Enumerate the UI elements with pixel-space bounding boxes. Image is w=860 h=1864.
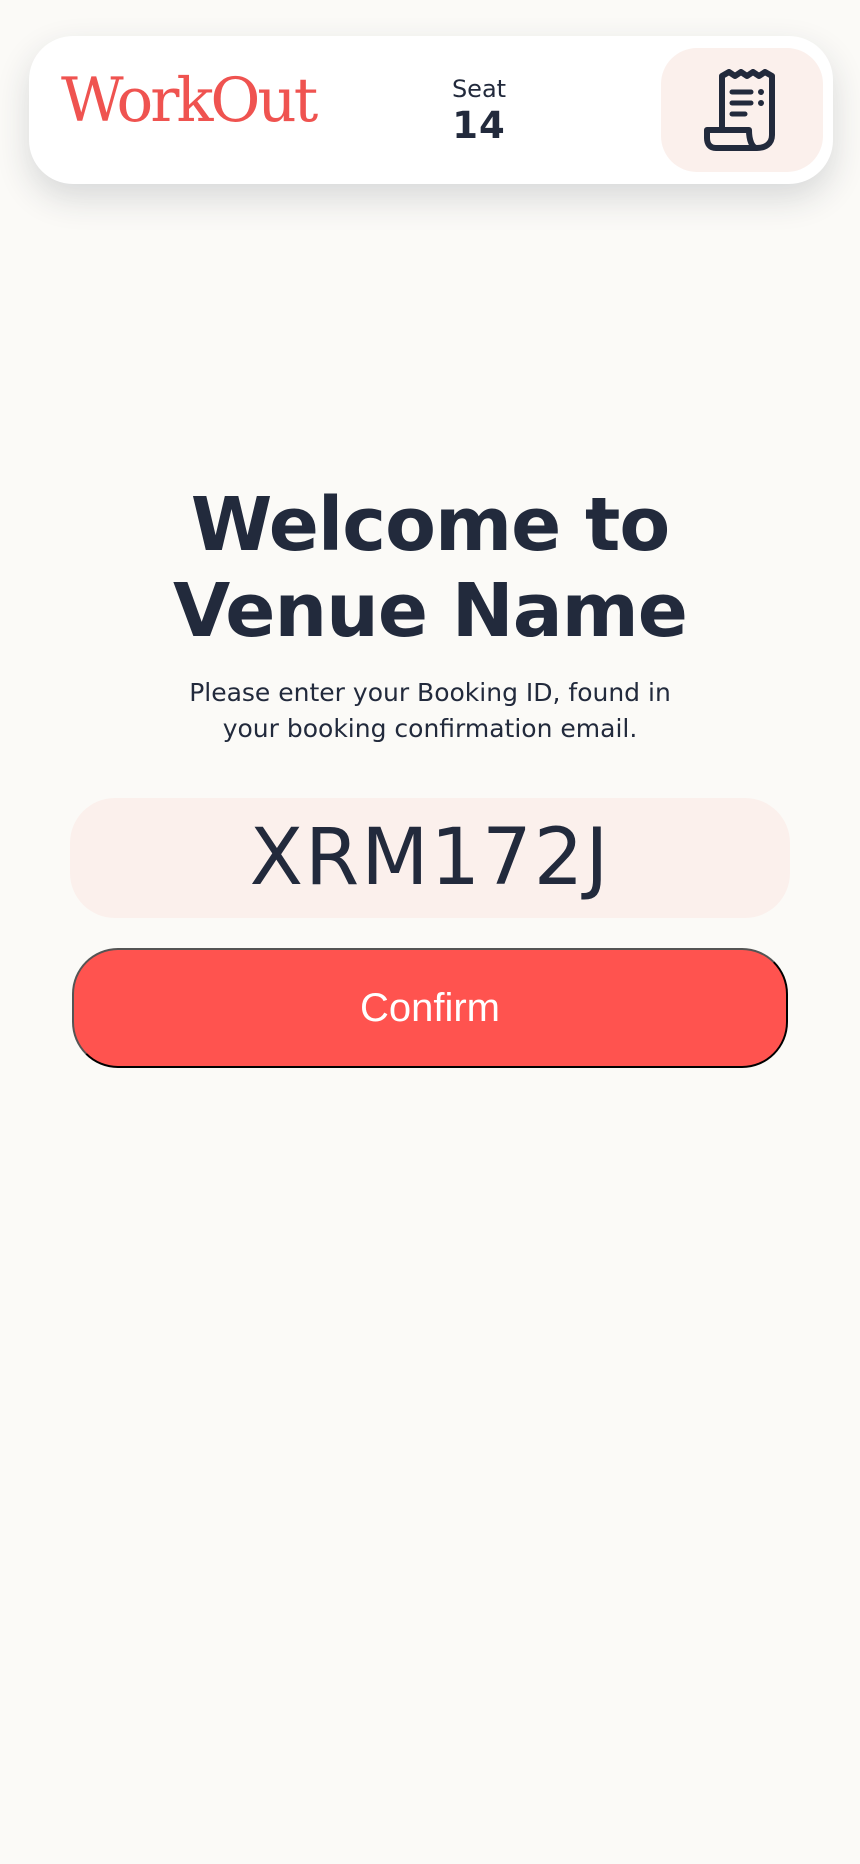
seat-label: Seat [451,75,507,103]
booking-id-input[interactable] [70,798,790,918]
booking-instructions: Please enter your Booking ID, found in y… [150,675,710,747]
instructions-line-1: Please enter your Booking ID, found in [189,678,671,707]
welcome-title-line-2: Venue Name [173,567,688,654]
workout-logo: WorkOut [61,65,318,136]
top-header: WorkOut Seat 14 [29,36,833,184]
seat-number: 14 [452,104,506,147]
welcome-title-line-1: Welcome to [190,481,671,568]
instructions-line-2: your booking confirmation email. [222,714,638,743]
confirm-button[interactable]: Confirm [72,948,788,1068]
seat-indicator: Seat 14 [439,74,519,148]
welcome-title: Welcome to Venue Name [0,482,860,654]
booking-id-field [70,798,790,918]
receipt-button[interactable] [661,48,823,172]
receipt-icon [704,69,780,151]
